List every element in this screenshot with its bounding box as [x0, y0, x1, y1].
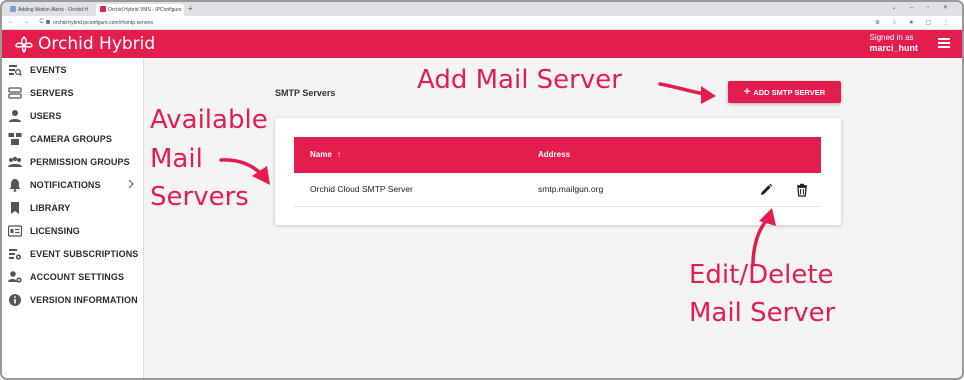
delete-trash-icon[interactable] — [795, 183, 809, 197]
page-title: SMTP Servers — [275, 88, 336, 98]
annotation-available-line-2: Mail — [150, 144, 203, 174]
address-bar: ← → C orchid-hybrid.ipconfigure.com/#/sm… — [2, 16, 962, 30]
info-icon — [9, 293, 21, 306]
app-header: Orchid Hybrid Signed in as marci_hunt — [2, 30, 962, 58]
window-controls[interactable]: ⌄ – ▫ ✕ — [891, 4, 954, 11]
table-row[interactable]: Orchid Cloud SMTP Server smtp.mailgun.or… — [294, 173, 821, 207]
sidebar-item-label: LIBRARY — [30, 202, 71, 213]
chevron-right-icon — [128, 179, 134, 189]
license-icon — [8, 224, 22, 237]
browser-nav-buttons[interactable]: ← → C — [8, 19, 48, 25]
sidebar-item-servers[interactable]: SERVERS — [2, 81, 144, 104]
sidebar-item-label: USERS — [30, 110, 62, 121]
column-header-label: Name — [310, 150, 332, 159]
signed-in-label: Signed in as — [869, 33, 914, 42]
browser-tab[interactable]: Adding Motion Alerts - Orchid H — [6, 4, 94, 16]
user-icon — [9, 109, 21, 122]
tab-title: Orchid Hybrid VMS - IPConfigure — [108, 7, 182, 13]
browser-toolbar-icons[interactable]: ⊕ ☆ ★ ▢ ⋮ — [875, 19, 954, 26]
sidebar-item-events[interactable]: EVENTS — [2, 58, 144, 81]
smtp-servers-card: Name ↑ Address Orchid Cloud SMTP Server … — [275, 118, 841, 225]
sidebar-item-label: PERMISSION GROUPS — [30, 156, 130, 167]
sidebar-item-label: CAMERA GROUPS — [30, 133, 112, 144]
annotation-add-mail-server: Add Mail Server — [417, 65, 622, 95]
servers-icon — [8, 86, 22, 99]
username: marci_hunt — [869, 43, 918, 53]
sidebar-item-permission-groups[interactable]: PERMISSION GROUPS — [2, 150, 144, 173]
sidebar: EVENTS SERVERS USERS CAMERA GROUPS PERMI… — [2, 58, 144, 378]
sidebar-item-label: VERSION INFORMATION — [30, 294, 138, 305]
sidebar-item-label: SERVERS — [30, 87, 74, 98]
sidebar-item-licensing[interactable]: LICENSING — [2, 219, 144, 242]
annotation-available-line-3: Servers — [150, 182, 249, 212]
annotation-edit-delete-line-2: Mail Server — [689, 298, 836, 328]
sidebar-item-label: EVENTS — [30, 64, 67, 75]
arrow-to-add-button — [658, 82, 716, 104]
browser-tab-bar: Adding Motion Alerts - Orchid H Orchid H… — [2, 2, 962, 16]
sidebar-item-library[interactable]: LIBRARY — [2, 196, 144, 219]
sidebar-item-label: ACCOUNT SETTINGS — [30, 271, 125, 282]
orchid-logo-icon — [15, 36, 33, 53]
sidebar-item-notifications[interactable]: NOTIFICATIONS — [2, 173, 144, 196]
column-header-address[interactable]: Address — [538, 150, 570, 159]
camera-groups-icon — [8, 132, 22, 145]
url-field[interactable]: orchid-hybrid.ipconfigure.com/#/smtp-ser… — [46, 19, 153, 27]
sidebar-item-label: LICENSING — [30, 225, 80, 236]
bookmark-icon — [11, 201, 19, 214]
events-icon — [9, 64, 22, 76]
sort-ascending-icon: ↑ — [337, 150, 342, 159]
account-settings-icon — [8, 270, 22, 283]
favicon-icon — [10, 6, 16, 12]
sidebar-item-event-subscriptions[interactable]: EVENT SUBSCRIPTIONS — [2, 242, 144, 265]
sidebar-item-users[interactable]: USERS — [2, 104, 144, 127]
bell-icon — [9, 178, 21, 192]
sidebar-item-account-settings[interactable]: ACCOUNT SETTINGS — [2, 265, 144, 288]
server-address-cell: smtp.mailgun.org — [538, 184, 604, 194]
signed-in-info: Signed in as marci_hunt — [869, 33, 918, 53]
add-smtp-server-label: ADD SMTP SERVER — [753, 87, 826, 97]
column-header-name[interactable]: Name ↑ — [310, 150, 341, 159]
sidebar-item-label: NOTIFICATIONS — [30, 179, 101, 190]
browser-tab-active[interactable]: Orchid Hybrid VMS - IPConfigure — [96, 4, 184, 16]
annotation-edit-delete-line-1: Edit/Delete — [689, 260, 834, 290]
orchid-favicon-icon — [100, 6, 106, 12]
new-tab-icon[interactable]: + — [188, 4, 193, 14]
annotation-available-line-1: Available — [150, 105, 268, 135]
table-header: Name ↑ Address — [294, 137, 821, 173]
url-text: orchid-hybrid.ipconfigure.com/#/smtp-ser… — [53, 20, 154, 26]
plus-icon: + — [743, 86, 751, 98]
tab-title: Adding Motion Alerts - Orchid H — [18, 7, 89, 13]
edit-pencil-icon[interactable] — [759, 183, 773, 197]
permission-groups-icon — [8, 156, 22, 167]
app-title: Orchid Hybrid — [38, 34, 156, 54]
sidebar-item-version-information[interactable]: VERSION INFORMATION — [2, 288, 144, 311]
screenshot-frame: Adding Motion Alerts - Orchid H Orchid H… — [0, 0, 964, 380]
hamburger-menu-icon[interactable] — [938, 38, 950, 48]
sidebar-item-label: EVENT SUBSCRIPTIONS — [30, 248, 139, 259]
add-smtp-server-button[interactable]: + ADD SMTP SERVER — [728, 81, 841, 103]
event-subscriptions-icon — [9, 248, 22, 260]
brand[interactable]: Orchid Hybrid — [14, 34, 155, 54]
server-name-cell: Orchid Cloud SMTP Server — [310, 184, 413, 194]
sidebar-item-camera-groups[interactable]: CAMERA GROUPS — [2, 127, 144, 150]
lock-icon — [46, 20, 50, 24]
